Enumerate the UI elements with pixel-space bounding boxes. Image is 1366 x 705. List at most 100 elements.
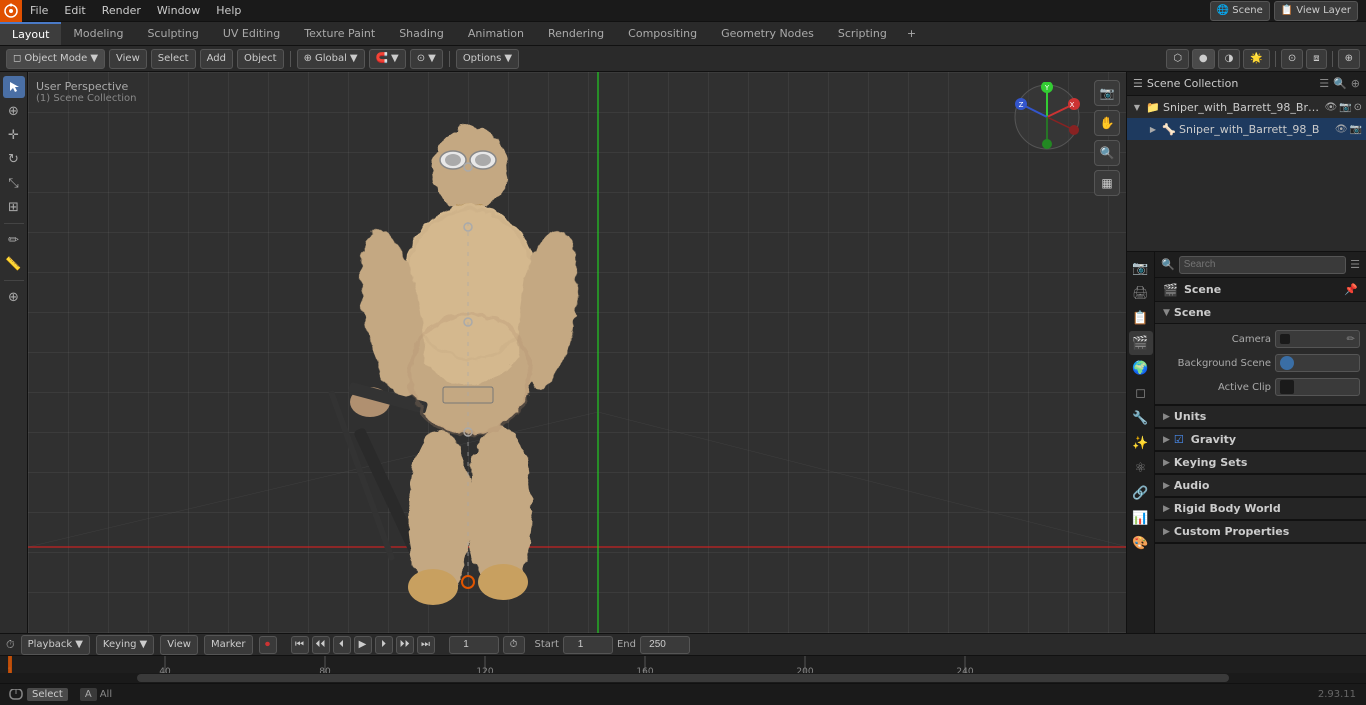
navigation-gizmo[interactable]: X Y Z	[1012, 82, 1082, 152]
props-tab-output[interactable]: 🖨	[1129, 281, 1153, 305]
props-tab-particles[interactable]: ✨	[1129, 431, 1153, 455]
rigid-body-header[interactable]: ▶ Rigid Body World	[1155, 498, 1366, 520]
tab-modeling[interactable]: Modeling	[61, 22, 135, 45]
active-clip-value[interactable]	[1275, 378, 1360, 396]
hand-icon-btn[interactable]: ✋	[1094, 110, 1120, 136]
viewport-shading-wire[interactable]: ⬡	[1166, 49, 1189, 69]
expand-icon-mesh[interactable]: ▶	[1147, 123, 1159, 135]
gizmo-toggle[interactable]: ⊕	[1338, 49, 1360, 69]
camera-value[interactable]: ✏	[1275, 330, 1360, 348]
props-tab-object[interactable]: ◻	[1129, 381, 1153, 405]
mesh-render-icon[interactable]: 📷	[1350, 124, 1362, 135]
next-keyframe-btn[interactable]: ⏵⏵	[396, 636, 414, 654]
menu-help[interactable]: Help	[208, 2, 249, 19]
gravity-checkbox[interactable]: ☑	[1174, 433, 1184, 446]
tool-cursor[interactable]: ⊕	[3, 100, 25, 122]
next-frame-btn[interactable]: ⏵	[375, 636, 393, 654]
expand-icon[interactable]: ▼	[1131, 101, 1143, 113]
scene-section-header[interactable]: ▼ Scene	[1155, 302, 1366, 324]
start-frame-input[interactable]	[563, 636, 613, 654]
tool-move[interactable]: ✛	[3, 124, 25, 146]
props-tab-data[interactable]: 📊	[1129, 506, 1153, 530]
menu-window[interactable]: Window	[149, 2, 208, 19]
tab-rendering[interactable]: Rendering	[536, 22, 616, 45]
jump-end-btn[interactable]: ⏭	[417, 636, 435, 654]
tool-add[interactable]: ⊕	[3, 286, 25, 308]
props-tab-scene[interactable]: 🎬	[1129, 331, 1153, 355]
outliner-search-icon[interactable]: 🔍	[1333, 77, 1347, 90]
prev-keyframe-btn[interactable]: ⏴⏴	[312, 636, 330, 654]
menu-render[interactable]: Render	[94, 2, 149, 19]
select-menu[interactable]: Select	[151, 49, 196, 69]
tab-animation[interactable]: Animation	[456, 22, 536, 45]
timeline-scrollbar[interactable]	[0, 673, 1366, 683]
grid-icon-btn[interactable]: ▦	[1094, 170, 1120, 196]
render-icon[interactable]: 📷	[1339, 102, 1351, 113]
tab-geometry-nodes[interactable]: Geometry Nodes	[709, 22, 826, 45]
props-tab-modifiers[interactable]: 🔧	[1129, 406, 1153, 430]
tab-scripting[interactable]: Scripting	[826, 22, 899, 45]
outliner-item-collection[interactable]: ▼ 📁 Sniper_with_Barrett_98_Brav... 👁 📷 ⊙	[1127, 96, 1366, 118]
filter-icon[interactable]: ☰	[1350, 258, 1360, 271]
units-header[interactable]: ▶ Units	[1155, 406, 1366, 428]
object-menu[interactable]: Object	[237, 49, 284, 69]
overlay-toggle[interactable]: ⊙	[1281, 49, 1303, 69]
props-tab-world[interactable]: 🌍	[1129, 356, 1153, 380]
tab-shading[interactable]: Shading	[387, 22, 456, 45]
tab-uv-editing[interactable]: UV Editing	[211, 22, 292, 45]
props-search-input[interactable]	[1179, 256, 1346, 274]
options-menu[interactable]: Options ▼	[456, 49, 519, 69]
tool-measure[interactable]: 📏	[3, 253, 25, 275]
end-frame-input[interactable]	[640, 636, 690, 654]
snap-options[interactable]: 🧲 ▼	[369, 49, 406, 69]
scene-selector[interactable]: 🌐 Scene	[1210, 1, 1270, 21]
visibility-icon[interactable]: 👁	[1324, 102, 1337, 113]
props-tab-view-layer[interactable]: 📋	[1129, 306, 1153, 330]
tab-add[interactable]: +	[899, 24, 924, 43]
props-tab-constraints[interactable]: 🔗	[1129, 481, 1153, 505]
menu-file[interactable]: File	[22, 2, 56, 19]
camera-icon-btn[interactable]: 📷	[1094, 80, 1120, 106]
mode-selector[interactable]: ◻ Object Mode ▼	[6, 49, 105, 69]
tool-rotate[interactable]: ↻	[3, 148, 25, 170]
viewport-shading-material[interactable]: ◑	[1218, 49, 1241, 69]
outliner-item-mesh[interactable]: ▶ 🦴 Sniper_with_Barrett_98_B 👁 📷	[1127, 118, 1366, 140]
menu-edit[interactable]: Edit	[56, 2, 93, 19]
tool-select[interactable]	[3, 76, 25, 98]
scene-properties-pin[interactable]: 📌	[1344, 283, 1358, 296]
timeline-icon[interactable]: ⏱	[6, 638, 15, 652]
proportional-editing[interactable]: ⊙ ▼	[410, 49, 443, 69]
tab-compositing[interactable]: Compositing	[616, 22, 709, 45]
camera-edit-icon[interactable]: ✏	[1347, 334, 1355, 345]
tab-layout[interactable]: Layout	[0, 22, 61, 45]
bg-scene-value[interactable]	[1275, 354, 1360, 372]
viewport-shading-solid[interactable]: ●	[1192, 49, 1215, 69]
props-tab-material[interactable]: 🎨	[1129, 531, 1153, 555]
select-icon[interactable]: ⊙	[1354, 102, 1362, 113]
playback-btn[interactable]: Playback ▼	[21, 635, 90, 655]
tool-scale[interactable]: ⤡	[3, 172, 25, 194]
view-layer-selector[interactable]: 📋 View Layer	[1274, 1, 1358, 21]
tab-sculpting[interactable]: Sculpting	[135, 22, 210, 45]
timeline-scrollbar-thumb[interactable]	[137, 674, 1230, 682]
time-display-toggle[interactable]: ⏱	[503, 636, 525, 654]
zoom-icon-btn[interactable]: 🔍	[1094, 140, 1120, 166]
marker-btn[interactable]: Marker	[204, 635, 253, 655]
viewport[interactable]: User Perspective (1) Scene Collection X …	[28, 72, 1126, 633]
view-menu[interactable]: View	[109, 49, 147, 69]
audio-header[interactable]: ▶ Audio	[1155, 475, 1366, 497]
jump-start-btn[interactable]: ⏮	[291, 636, 309, 654]
keying-btn[interactable]: Keying ▼	[96, 635, 154, 655]
transform-selector[interactable]: ⊕ Global ▼	[297, 49, 365, 69]
viewport-shading-render[interactable]: 🌟	[1243, 49, 1269, 69]
custom-props-header[interactable]: ▶ Custom Properties	[1155, 521, 1366, 543]
play-btn[interactable]: ▶	[354, 636, 372, 654]
keying-sets-header[interactable]: ▶ Keying Sets	[1155, 452, 1366, 474]
view-btn[interactable]: View	[160, 635, 198, 655]
prev-frame-btn[interactable]: ⏴	[333, 636, 351, 654]
add-menu[interactable]: Add	[200, 49, 233, 69]
outliner-filter-icon[interactable]: ☰	[1319, 77, 1329, 90]
current-frame-input[interactable]	[449, 636, 499, 654]
outliner-add-icon[interactable]: ⊕	[1351, 77, 1360, 90]
tool-transform[interactable]: ⊞	[3, 196, 25, 218]
